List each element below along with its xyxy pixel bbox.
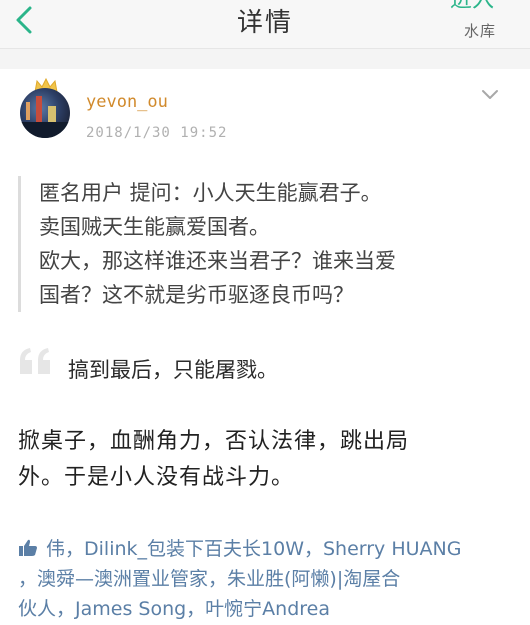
- username[interactable]: yevon_ou: [86, 92, 168, 112]
- avatar-image: [20, 88, 70, 138]
- likes-line[interactable]: 伙人，James Song，叶惋宁Andrea: [18, 594, 518, 624]
- likes-section: 伟，Dilink_包装下百夫长10W，Sherry HUANG ，澳舜—澳洲置业…: [18, 534, 518, 624]
- quote-line: 欧大，那这样谁还来当君子？谁来当爱: [39, 249, 396, 273]
- library-label: 水库: [463, 22, 496, 40]
- likes-line: 伟，Dilink_包装下百夫长10W，Sherry HUANG: [18, 534, 518, 564]
- avatar[interactable]: [18, 78, 74, 140]
- thumbs-up-icon: [19, 539, 37, 556]
- quote-line: 国者？这不就是劣币驱逐良币吗？: [39, 283, 354, 307]
- answer-paragraph: 掀桌子，血酬角力，否认法律，跳出局 外。于是小人没有战斗力。: [18, 424, 508, 496]
- likes-line[interactable]: ，澳舜—澳洲置业管家，朱业胜(阿懒)|淘屋合: [18, 564, 518, 594]
- quote-line: 卖国贼天生能赢爱国者。: [39, 215, 270, 239]
- answer-line: 掀桌子，血酬角力，否认法律，跳出局: [18, 429, 410, 454]
- quote-mark-icon: [20, 348, 50, 374]
- question-quote: 匿名用户 提问：小人天生能赢君子。 卖国贼天生能赢爱国者。 欧大，那这样谁还来当…: [18, 176, 509, 312]
- top-bar: 详情 进入 水库: [0, 0, 530, 49]
- header-separator: [0, 49, 530, 69]
- enter-button[interactable]: 进入: [450, 0, 494, 14]
- quote-line: 匿名用户 提问：小人天生能赢君子。: [39, 181, 382, 205]
- post-date: 2018/1/30 19:52: [86, 125, 228, 141]
- answer-first-line: 搞到最后，只能屠戮。: [68, 358, 278, 382]
- likes-names[interactable]: 伟，Dilink_包装下百夫长10W，Sherry HUANG: [46, 538, 461, 560]
- answer-line: 外。于是小人没有战斗力。: [18, 465, 295, 490]
- chevron-down-icon[interactable]: [480, 88, 500, 102]
